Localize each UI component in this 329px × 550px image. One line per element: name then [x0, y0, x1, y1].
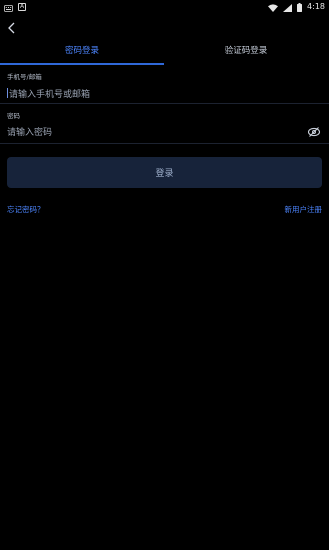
tab-code-login[interactable]: 验证码登录: [164, 44, 328, 66]
notification-a-icon: A: [18, 2, 26, 11]
back-button[interactable]: [5, 20, 19, 34]
chevron-left-icon: [8, 22, 15, 34]
password-field-label: 密码: [7, 112, 20, 120]
password-input[interactable]: 请输入密码: [7, 123, 302, 139]
account-input[interactable]: 请输入手机号或邮箱: [7, 85, 322, 101]
status-left: A: [4, 0, 26, 16]
signal-icon: [283, 0, 293, 16]
active-tab-indicator: [0, 63, 164, 65]
password-visibility-toggle[interactable]: [307, 124, 321, 138]
account-field-label: 手机号/邮箱: [7, 73, 42, 81]
password-divider: [0, 143, 329, 144]
eye-off-icon: [307, 127, 321, 137]
account-divider: [0, 103, 329, 104]
status-bar: A 4:18: [0, 0, 329, 13]
account-input-placeholder: 请输入手机号或邮箱: [9, 89, 91, 100]
login-tabs: 密码登录 验证码登录: [0, 44, 329, 66]
register-link[interactable]: 新用户注册: [285, 204, 323, 215]
status-right: 4:18: [268, 0, 325, 16]
battery-icon: [297, 0, 303, 16]
login-button[interactable]: 登录: [7, 157, 322, 188]
status-time: 4:18: [307, 2, 325, 11]
keyboard-icon: [4, 0, 13, 16]
text-caret: [7, 88, 8, 98]
forgot-password-link[interactable]: 忘记密码？: [7, 204, 45, 215]
wifi-icon: [268, 0, 279, 16]
login-screen: A 4:18 密码登录 验证码登录 手机号/邮箱 请输入手机号或邮箱 密码 请输…: [0, 0, 329, 550]
password-input-placeholder: 请输入密码: [7, 127, 53, 138]
